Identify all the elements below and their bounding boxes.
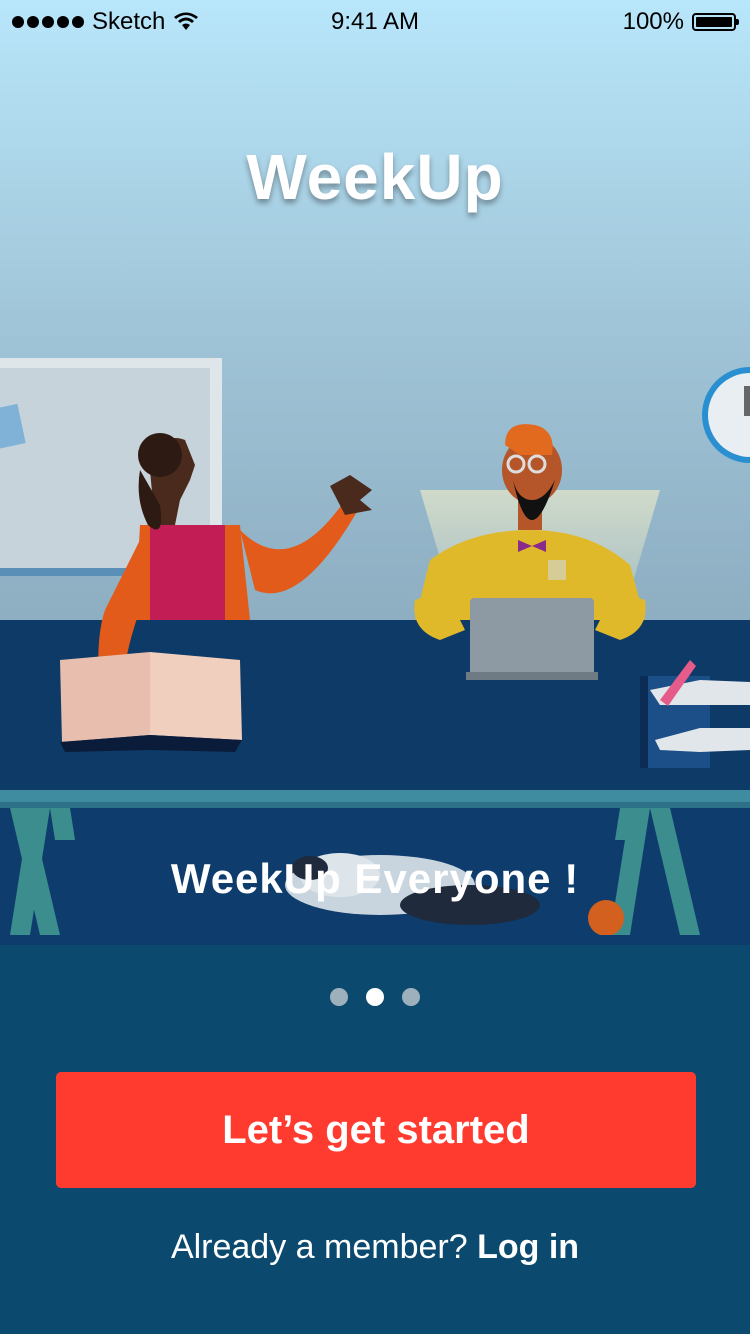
laptop xyxy=(466,598,598,680)
battery-icon xyxy=(692,13,739,31)
page-indicator xyxy=(0,988,750,1006)
app-title: WeekUp xyxy=(246,141,504,213)
page-dot-3[interactable] xyxy=(402,988,420,1006)
battery-percent: 100% xyxy=(622,8,684,35)
status-right: 100% xyxy=(622,8,739,36)
login-prompt: Already a member? xyxy=(170,1228,478,1266)
get-started-button[interactable]: Let’s get started xyxy=(56,1072,696,1188)
login-row: Already a member? Log in xyxy=(0,1228,750,1267)
page-dot-1[interactable] xyxy=(330,988,348,1006)
login-link[interactable]: Log in xyxy=(477,1228,579,1266)
page-dot-2[interactable] xyxy=(366,988,384,1006)
status-bar: Sketch 9:41 AM 100% xyxy=(0,0,750,44)
open-book xyxy=(60,652,242,752)
onboarding-screen: Sketch 9:41 AM 100% WeekUp WeekUp Everyo… xyxy=(0,0,750,1334)
slide-caption: WeekUp Everyone ! xyxy=(170,855,580,902)
